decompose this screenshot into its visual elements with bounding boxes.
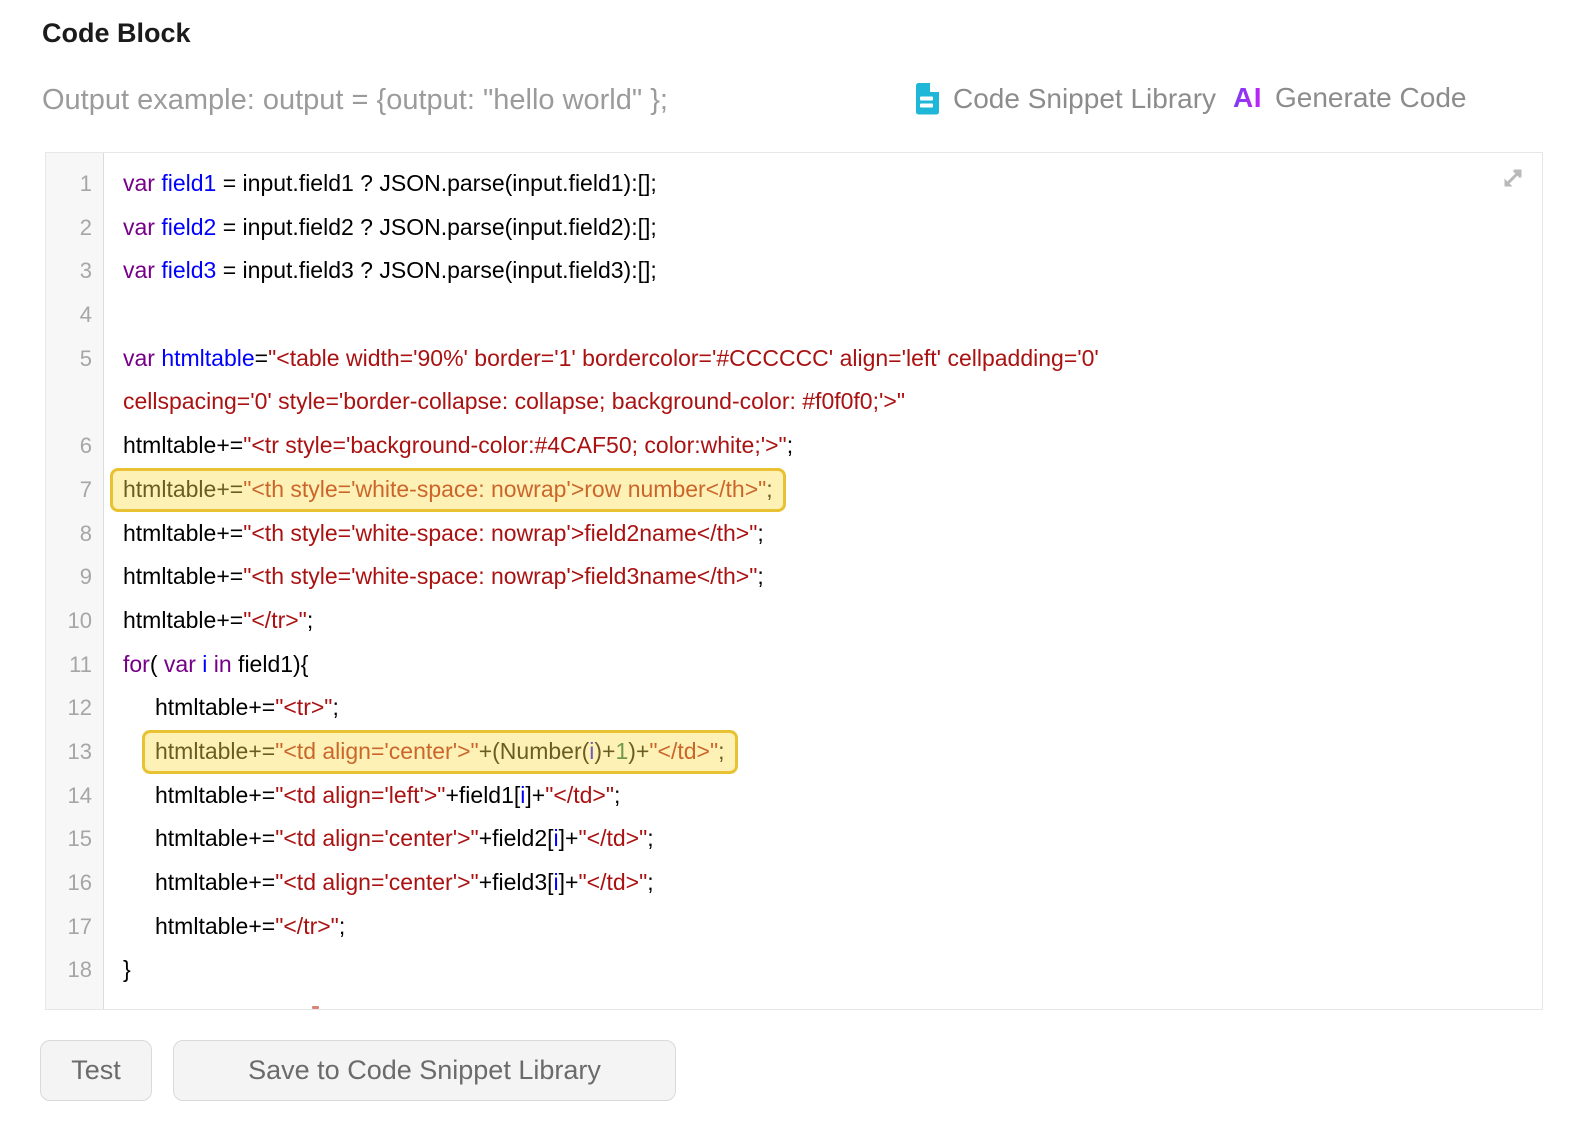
code-line-row[interactable]: 18} — [46, 948, 1542, 992]
code-text: htmltable+="<td align='left'>"+field1[i]… — [103, 774, 620, 818]
code-line-row[interactable]: 15htmltable+="<td align='center'>"+field… — [46, 817, 1542, 861]
code-text: htmltable+="<th style='white-space: nowr… — [103, 512, 764, 556]
line-number: 4 — [46, 293, 103, 337]
line-number: 10 — [46, 599, 103, 643]
line-number: 12 — [46, 686, 103, 730]
line-number: 7 — [46, 468, 103, 512]
code-line-row[interactable]: 12htmltable+="<tr>"; — [46, 686, 1542, 730]
code-line-row[interactable]: 16htmltable+="<td align='center'>"+field… — [46, 861, 1542, 905]
code-line-row[interactable]: 11for( var i in field1){ — [46, 643, 1542, 687]
code-text — [103, 293, 123, 337]
code-line-row[interactable]: 1var field1 = input.field1 ? JSON.parse(… — [46, 162, 1542, 206]
code-line-row[interactable]: 4 — [46, 293, 1542, 337]
code-line-row[interactable]: 5var htmltable="<table width='90%' borde… — [46, 337, 1542, 381]
highlighted-code: htmltable+="<td align='center'>"+(Number… — [144, 730, 736, 774]
line-number: 11 — [46, 643, 103, 687]
code-line-row[interactable]: cellspacing='0' style='border-collapse: … — [46, 380, 1542, 424]
code-text: htmltable+="<tr>"; — [103, 686, 339, 730]
code-text: htmltable+="</tr>"; — [103, 905, 345, 949]
code-text: htmltable+="<td align='center'>"+(Number… — [103, 730, 736, 774]
document-icon — [913, 82, 940, 115]
ai-icon: AI — [1233, 82, 1262, 114]
line-number: 15 — [46, 817, 103, 861]
line-number: 13 — [46, 730, 103, 774]
generate-code-button[interactable]: AI Generate Code — [1233, 82, 1466, 114]
line-number: 5 — [46, 337, 103, 381]
code-text: htmltable+="</tr>"; — [103, 599, 313, 643]
line-number: 17 — [46, 905, 103, 949]
code-line-row[interactable]: 17htmltable+="</tr>"; — [46, 905, 1542, 949]
clipped-next-line-fragment — [312, 1006, 319, 1009]
code-text: htmltable+="<td align='center'>"+field2[… — [103, 817, 654, 861]
save-to-snippet-library-button[interactable]: Save to Code Snippet Library — [173, 1040, 676, 1101]
code-line-row[interactable]: 10htmltable+="</tr>"; — [46, 599, 1542, 643]
code-text: var htmltable="<table width='90%' border… — [103, 337, 1099, 381]
line-number: 14 — [46, 774, 103, 818]
line-number: 18 — [46, 948, 103, 992]
line-number: 9 — [46, 555, 103, 599]
code-text: htmltable+="<tr style='background-color:… — [103, 424, 793, 468]
expand-diagonal-icon[interactable] — [1498, 163, 1528, 193]
code-line-row[interactable]: 2var field2 = input.field2 ? JSON.parse(… — [46, 206, 1542, 250]
line-number: 8 — [46, 512, 103, 556]
code-text: } — [103, 948, 131, 992]
test-button[interactable]: Test — [40, 1040, 152, 1101]
code-text: var field3 = input.field3 ? JSON.parse(i… — [103, 249, 657, 293]
code-line-row[interactable]: 8htmltable+="<th style='white-space: now… — [46, 512, 1542, 556]
line-number: 2 — [46, 206, 103, 250]
code-text: htmltable+="<td align='center'>"+field3[… — [103, 861, 654, 905]
page-title: Code Block — [42, 18, 191, 49]
code-text: cellspacing='0' style='border-collapse: … — [103, 380, 905, 424]
code-line-row[interactable]: 9htmltable+="<th style='white-space: now… — [46, 555, 1542, 599]
line-number: 6 — [46, 424, 103, 468]
code-text: var field2 = input.field2 ? JSON.parse(i… — [103, 206, 657, 250]
code-line-row[interactable]: 13 htmltable+="<td align='center'>"+(Numb… — [46, 730, 1542, 774]
code-line-row[interactable]: 7htmltable+="<th style='white-space: now… — [46, 468, 1542, 512]
output-example-text: Output example: output = {output: "hello… — [42, 84, 668, 117]
code-text: htmltable+="<th style='white-space: nowr… — [103, 468, 784, 512]
code-text: htmltable+="<th style='white-space: nowr… — [103, 555, 764, 599]
code-line-row[interactable]: 6htmltable+="<tr style='background-color… — [46, 424, 1542, 468]
code-snippet-library-label: Code Snippet Library — [953, 83, 1216, 115]
line-number: 3 — [46, 249, 103, 293]
code-text: var field1 = input.field1 ? JSON.parse(i… — [103, 162, 657, 206]
code-line-row[interactable]: 14htmltable+="<td align='left'>"+field1[… — [46, 774, 1542, 818]
generate-code-label: Generate Code — [1275, 82, 1466, 114]
code-line-row[interactable]: 3var field3 = input.field3 ? JSON.parse(… — [46, 249, 1542, 293]
line-number: 1 — [46, 162, 103, 206]
code-editor[interactable]: 1var field1 = input.field1 ? JSON.parse(… — [45, 152, 1543, 1010]
code-lines: 1var field1 = input.field1 ? JSON.parse(… — [46, 162, 1542, 992]
code-text: for( var i in field1){ — [103, 643, 308, 687]
line-number: 16 — [46, 861, 103, 905]
highlighted-code: htmltable+="<th style='white-space: nowr… — [112, 468, 784, 512]
line-number — [46, 380, 103, 424]
code-snippet-library-button[interactable]: Code Snippet Library — [913, 82, 1216, 115]
